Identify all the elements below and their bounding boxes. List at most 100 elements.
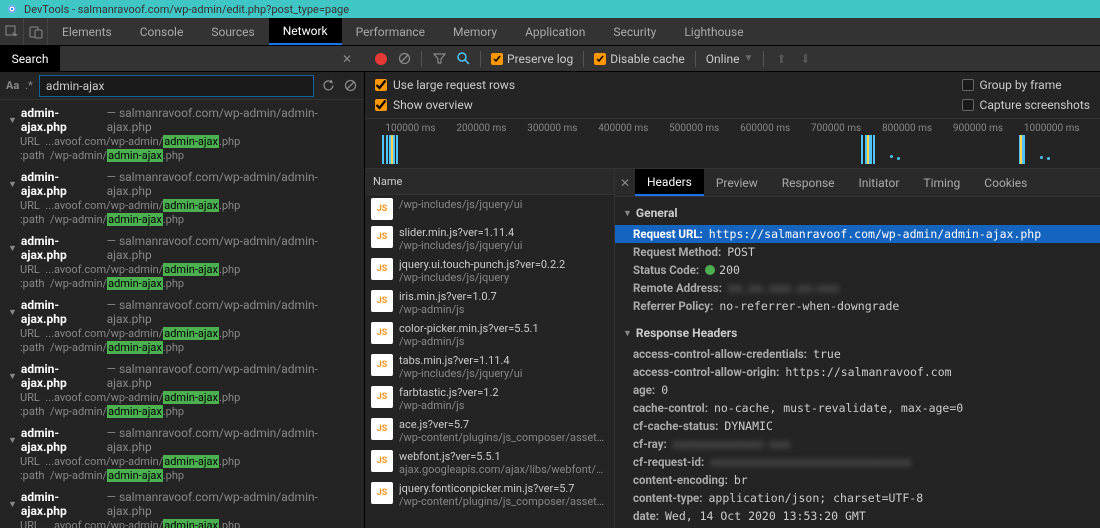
tab-security[interactable]: Security — [599, 18, 670, 45]
tab-console[interactable]: Console — [126, 18, 198, 45]
search-results: ▼admin-ajax.php — salmanravoof.com/wp-ad… — [0, 100, 364, 528]
timeline-overview[interactable]: 100000 ms200000 ms300000 ms400000 ms5000… — [365, 119, 1100, 169]
regex-toggle[interactable]: .* — [25, 79, 33, 92]
tab-application[interactable]: Application — [511, 18, 599, 45]
record-icon[interactable] — [375, 53, 387, 65]
request-item[interactable]: JSiris.min.js?ver=1.0.7/wp-admin/js — [365, 287, 614, 319]
request-item[interactable]: JStabs.min.js?ver=1.11.4/wp-includes/js/… — [365, 351, 614, 383]
timeline-tick: 1000000 ms — [1024, 123, 1080, 134]
detail-tabs: ✕ HeadersPreviewResponseInitiatorTimingC… — [615, 169, 1100, 197]
request-item[interactable]: JSwebfont.js?ver=5.5.1ajax.googleapis.co… — [365, 447, 614, 479]
js-file-icon: JS — [371, 198, 393, 220]
close-detail-icon[interactable]: ✕ — [615, 176, 635, 190]
timeline-tick: 700000 ms — [811, 123, 861, 134]
detail-tab-preview[interactable]: Preview — [704, 169, 770, 196]
response-header-row: age:0 — [615, 381, 1100, 399]
large-rows-checkbox[interactable]: Use large request rows — [375, 78, 515, 92]
request-item[interactable]: JSfarbtastic.js?ver=1.2/wp-admin/js — [365, 383, 614, 415]
timeline-tick: 600000 ms — [740, 123, 790, 134]
search-result[interactable]: ▼admin-ajax.php — salmanravoof.com/wp-ad… — [0, 488, 364, 528]
general-section[interactable]: ▼General — [623, 203, 1092, 223]
request-item[interactable]: JScolor-picker.min.js?ver=5.5.1/wp-admin… — [365, 319, 614, 351]
search-result[interactable]: ▼admin-ajax.php — salmanravoof.com/wp-ad… — [0, 360, 364, 424]
js-file-icon: JS — [371, 322, 393, 344]
detail-tab-headers[interactable]: Headers — [635, 169, 704, 196]
toolbar-row: Search ✕ Preserve log Disable cache Onli… — [0, 46, 1100, 72]
status-ok-icon — [705, 265, 715, 275]
js-file-icon: JS — [371, 450, 393, 472]
detail-tab-response[interactable]: Response — [770, 169, 847, 196]
search-result[interactable]: ▼admin-ajax.php — salmanravoof.com/wp-ad… — [0, 232, 364, 296]
response-header-row: content-type:application/json; charset=U… — [615, 489, 1100, 507]
detail-tab-timing[interactable]: Timing — [911, 169, 972, 196]
throttle-select[interactable]: Online▼ — [706, 52, 754, 66]
close-search-icon[interactable]: ✕ — [337, 52, 357, 66]
refresh-icon[interactable] — [320, 79, 336, 92]
clear-search-icon[interactable] — [342, 79, 358, 92]
window-titlebar: DevTools - salmanravoof.com/wp-admin/edi… — [0, 0, 1100, 18]
request-url-row[interactable]: Request URL:https://salmanravoof.com/wp-… — [615, 225, 1100, 243]
request-item[interactable]: JSslider.min.js?ver=1.11.4/wp-includes/j… — [365, 223, 614, 255]
timeline-tick: 800000 ms — [882, 123, 932, 134]
show-overview-checkbox[interactable]: Show overview — [375, 98, 515, 112]
response-header-row: cf-ray:xxxxxxxxxxxxx-xxx — [615, 435, 1100, 453]
detail-tab-initiator[interactable]: Initiator — [847, 169, 912, 196]
response-header-row: access-control-allow-origin:https://salm… — [615, 363, 1100, 381]
js-file-icon: JS — [371, 258, 393, 280]
tab-memory[interactable]: Memory — [439, 18, 511, 45]
detail-tab-cookies[interactable]: Cookies — [972, 169, 1039, 196]
tab-elements[interactable]: Elements — [48, 18, 126, 45]
search-result[interactable]: ▼admin-ajax.php — salmanravoof.com/wp-ad… — [0, 424, 364, 488]
tab-network[interactable]: Network — [269, 18, 342, 45]
chrome-logo-icon — [6, 3, 18, 15]
js-file-icon: JS — [371, 290, 393, 312]
download-icon[interactable]: ⬇ — [798, 52, 812, 66]
request-item[interactable]: JS/wp-includes/js/jquery/ui — [365, 195, 614, 223]
timeline-tick: 100000 ms — [385, 123, 435, 134]
network-options: Use large request rows Show overview Gro… — [365, 72, 1100, 119]
device-toggle-icon[interactable] — [24, 18, 48, 45]
response-header-row: cf-cache-status:DYNAMIC — [615, 417, 1100, 435]
response-header-row: cache-control:no-cache, must-revalidate,… — [615, 399, 1100, 417]
search-result[interactable]: ▼admin-ajax.php — salmanravoof.com/wp-ad… — [0, 104, 364, 168]
response-headers-section[interactable]: ▼Response Headers — [623, 323, 1092, 343]
request-item[interactable]: JSace.js?ver=5.7/wp-content/plugins/js_c… — [365, 415, 614, 447]
search-icon[interactable] — [456, 52, 470, 66]
request-list-header[interactable]: Name — [365, 169, 614, 195]
search-input-row: Aa .* — [0, 72, 364, 100]
inspect-icon[interactable] — [0, 18, 24, 45]
capture-screenshots-checkbox[interactable]: Capture screenshots — [962, 98, 1090, 112]
upload-icon[interactable]: ⬆ — [774, 52, 788, 66]
request-list: Name JS/wp-includes/js/jquery/uiJSslider… — [365, 169, 615, 528]
timeline-tick: 900000 ms — [953, 123, 1003, 134]
disable-cache-checkbox[interactable]: Disable cache — [594, 52, 685, 66]
response-header-row: content-encoding:br — [615, 471, 1100, 489]
search-input[interactable] — [39, 75, 314, 97]
devtools-tabbar: ElementsConsoleSourcesNetworkPerformance… — [0, 18, 1100, 46]
search-result[interactable]: ▼admin-ajax.php — salmanravoof.com/wp-ad… — [0, 296, 364, 360]
preserve-log-checkbox[interactable]: Preserve log — [491, 52, 573, 66]
timeline-tick: 500000 ms — [669, 123, 719, 134]
clear-icon[interactable] — [397, 52, 411, 66]
timeline-tick: 200000 ms — [456, 123, 506, 134]
tab-lighthouse[interactable]: Lighthouse — [670, 18, 757, 45]
match-case-toggle[interactable]: Aa — [6, 79, 19, 92]
response-header-row: date:Wed, 14 Oct 2020 13:53:20 GMT — [615, 507, 1100, 525]
filter-icon[interactable] — [432, 52, 446, 66]
status-code-row: Status Code:200 — [615, 261, 1100, 279]
search-result[interactable]: ▼admin-ajax.php — salmanravoof.com/wp-ad… — [0, 168, 364, 232]
request-method-row: Request Method:POST — [615, 243, 1100, 261]
response-header-row: cf-request-id:xxxxxxxxxxxxxxxxxxxxxxxxxx… — [615, 453, 1100, 471]
request-item[interactable]: JSjquery.fonticonpicker.min.js?ver=5.7/w… — [365, 479, 614, 511]
remote-address-row: Remote Address:xx.xx.xxx.xx:xxx — [615, 279, 1100, 297]
tab-sources[interactable]: Sources — [197, 18, 268, 45]
referrer-policy-row: Referrer Policy:no-referrer-when-downgra… — [615, 297, 1100, 315]
js-file-icon: JS — [371, 354, 393, 376]
tab-performance[interactable]: Performance — [342, 18, 439, 45]
response-header-row: access-control-allow-credentials:true — [615, 345, 1100, 363]
network-panel: Use large request rows Show overview Gro… — [365, 72, 1100, 528]
request-item[interactable]: JSjquery.ui.touch-punch.js?ver=0.2.2/wp-… — [365, 255, 614, 287]
search-panel: Aa .* ▼admin-ajax.php — salmanravoof.com… — [0, 72, 365, 528]
js-file-icon: JS — [371, 418, 393, 440]
group-by-frame-checkbox[interactable]: Group by frame — [962, 78, 1090, 92]
